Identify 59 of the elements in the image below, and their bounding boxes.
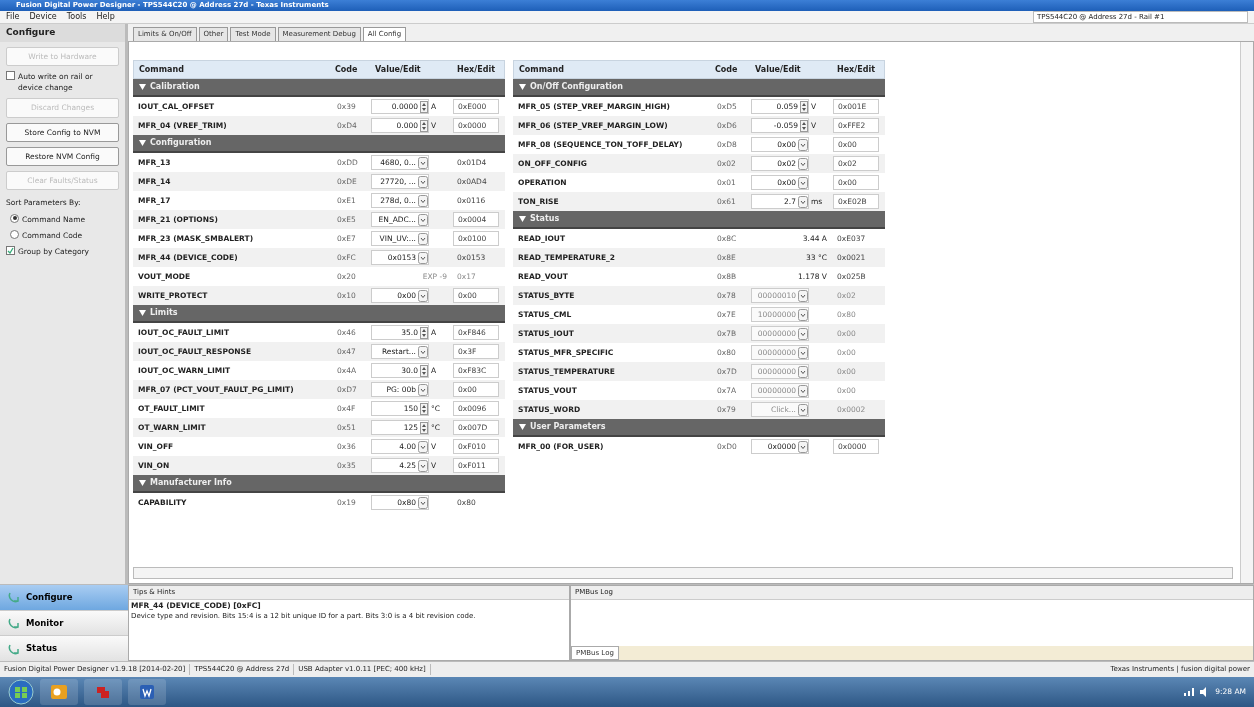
spinner-icon[interactable]	[420, 119, 428, 132]
radio-button[interactable]	[10, 213, 19, 223]
vertical-scrollbar[interactable]	[1240, 42, 1253, 583]
column-header: Hex/Edit	[836, 63, 876, 76]
spinner-icon[interactable]	[420, 326, 428, 339]
collapse-icon[interactable]	[519, 216, 526, 222]
column-header: Hex/Edit	[456, 63, 496, 76]
collapse-icon[interactable]	[139, 310, 146, 316]
collapse-icon[interactable]	[519, 424, 526, 430]
menu-item[interactable]: Device	[29, 11, 57, 23]
arrow-icon	[8, 617, 20, 629]
menu-item[interactable]: Tools	[66, 11, 87, 23]
group-title: Calibration	[150, 81, 200, 93]
start-button-icon[interactable]	[8, 679, 34, 705]
group-header[interactable]: On/Off Configuration	[513, 79, 885, 97]
group-title: Manufacturer Info	[150, 477, 232, 489]
collapse-icon[interactable]	[139, 84, 146, 90]
spinner-icon[interactable]	[420, 364, 428, 377]
group-header[interactable]: User Parameters	[513, 419, 885, 437]
group-title: Configuration	[150, 137, 212, 149]
column-header: Code	[714, 63, 739, 76]
checkbox[interactable]	[6, 246, 15, 255]
checkbox[interactable]	[6, 70, 15, 80]
column-header: Value/Edit	[754, 63, 802, 76]
column-header: Code	[334, 63, 359, 76]
column-header: Command	[518, 63, 565, 76]
arrow-icon	[8, 591, 20, 604]
column-header: Command	[138, 63, 185, 76]
menu-item[interactable]: Help	[96, 11, 115, 23]
network-icon[interactable]	[1183, 687, 1196, 697]
collapse-icon[interactable]	[139, 140, 146, 146]
group-title: Limits	[150, 307, 178, 319]
spinner-icon[interactable]	[800, 100, 808, 113]
spinner-icon[interactable]	[800, 119, 808, 132]
nav-button[interactable]: Monitor	[0, 610, 128, 636]
group-header[interactable]: Status	[513, 211, 885, 229]
spinner-icon[interactable]	[420, 421, 428, 434]
column-header: Value/Edit	[374, 63, 422, 76]
group-title: Status	[530, 213, 560, 225]
collapse-icon[interactable]	[139, 480, 146, 486]
group-header[interactable]: Calibration	[133, 79, 505, 97]
collapse-icon[interactable]	[519, 84, 526, 90]
spinner-icon[interactable]	[420, 100, 428, 113]
group-header[interactable]: Configuration	[133, 135, 505, 153]
nav-button[interactable]: Configure	[0, 585, 128, 610]
group-title: On/Off Configuration	[530, 81, 623, 93]
radio-button[interactable]	[10, 229, 19, 239]
menu-item[interactable]: File	[6, 11, 20, 23]
mail-app-icon[interactable]	[50, 683, 68, 701]
group-header[interactable]: Limits	[133, 305, 505, 323]
spinner-icon[interactable]	[420, 402, 428, 415]
nav-button[interactable]: Status	[0, 636, 128, 661]
arrow-icon	[8, 642, 20, 655]
group-header[interactable]: Manufacturer Info	[133, 475, 505, 493]
horizontal-scrollbar[interactable]	[133, 567, 1233, 579]
panel-title: Configure	[0, 24, 125, 42]
check-icon	[7, 247, 14, 254]
document-app-icon[interactable]	[138, 683, 156, 701]
group-title: User Parameters	[530, 421, 606, 433]
